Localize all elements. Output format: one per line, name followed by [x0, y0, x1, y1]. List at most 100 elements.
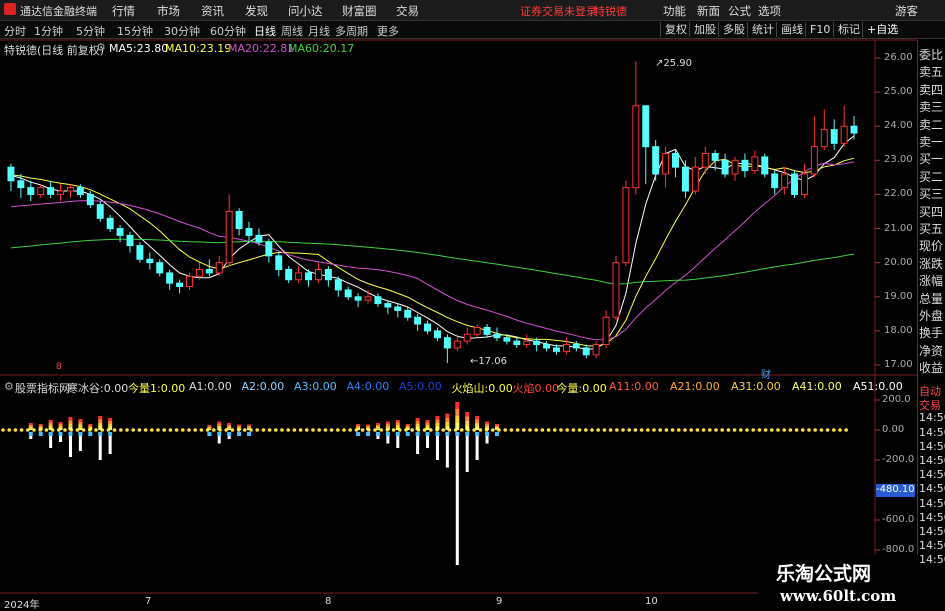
candle-body[interactable] — [513, 340, 521, 346]
candle-body[interactable] — [344, 289, 352, 298]
quote-field-label[interactable]: 净资 — [919, 342, 943, 359]
candle-body[interactable] — [850, 125, 858, 134]
candle-body[interactable] — [47, 187, 55, 195]
candle-body[interactable] — [562, 344, 570, 352]
candle-body[interactable] — [443, 337, 451, 349]
quote-field-label[interactable]: 涨幅 — [919, 272, 943, 289]
candle-body[interactable] — [354, 296, 362, 301]
candle-body[interactable] — [771, 173, 779, 189]
candle-body[interactable] — [751, 156, 759, 172]
indicator-settings-icon[interactable]: ⚙ — [4, 380, 14, 393]
candle-body[interactable] — [295, 272, 303, 281]
candle-body[interactable] — [642, 105, 650, 148]
candle-body[interactable] — [840, 125, 848, 144]
candle-body[interactable] — [166, 272, 174, 284]
candle-body[interactable] — [701, 153, 709, 168]
quote-field-label[interactable]: 卖一 — [919, 133, 943, 150]
candle-body[interactable] — [37, 187, 45, 195]
quote-field-label[interactable]: 买四 — [919, 203, 943, 220]
quote-field-label[interactable]: 卖二 — [919, 116, 943, 133]
candle-body[interactable] — [364, 296, 372, 301]
quote-field-label[interactable]: 卖四 — [919, 81, 943, 98]
candle-body[interactable] — [553, 347, 560, 352]
candle-body[interactable] — [235, 211, 243, 230]
candle-body[interactable] — [394, 306, 402, 311]
candle-body[interactable] — [781, 173, 789, 189]
candle-body[interactable] — [572, 344, 580, 349]
candle-body[interactable] — [404, 309, 412, 318]
candle-body[interactable] — [195, 268, 203, 277]
quote-field-label[interactable]: 卖五 — [919, 63, 943, 80]
candle-body[interactable] — [146, 258, 154, 264]
candle-body[interactable] — [334, 279, 342, 291]
candle-body[interactable] — [810, 146, 818, 175]
candle-body[interactable] — [672, 153, 679, 168]
candle-body[interactable] — [533, 340, 541, 346]
candle-body[interactable] — [305, 272, 312, 281]
candle-body[interactable] — [681, 166, 689, 192]
candle-body[interactable] — [424, 323, 432, 332]
candle-body[interactable] — [414, 316, 422, 325]
candle-body[interactable] — [523, 340, 531, 346]
quote-field-label[interactable]: 买五 — [919, 220, 943, 237]
candle-body[interactable] — [245, 228, 253, 236]
candle-body[interactable] — [275, 255, 283, 270]
candle-body[interactable] — [453, 340, 461, 349]
quote-field-label[interactable]: 卖三 — [919, 98, 943, 115]
candle-body[interactable] — [136, 245, 144, 260]
candle-body[interactable] — [800, 173, 808, 195]
kline-chart[interactable] — [0, 0, 945, 609]
candle-body[interactable] — [7, 166, 15, 182]
candle-body[interactable] — [483, 326, 491, 335]
quote-field-label[interactable]: 收益 — [919, 359, 943, 376]
candle-body[interactable] — [285, 268, 293, 281]
candle-body[interactable] — [711, 153, 719, 161]
candle-body[interactable] — [433, 330, 441, 339]
candle-body[interactable] — [384, 303, 392, 308]
candle-body[interactable] — [176, 282, 184, 288]
candle-body[interactable] — [106, 217, 114, 230]
candle-body[interactable] — [830, 129, 838, 144]
candle-body[interactable] — [76, 187, 84, 195]
candle-body[interactable] — [156, 262, 164, 274]
candle-body[interactable] — [57, 190, 65, 195]
quote-field-label[interactable]: 买三 — [919, 185, 943, 202]
quote-field-label[interactable]: 总量 — [919, 290, 943, 307]
candle-body[interactable] — [314, 268, 322, 281]
quote-field-label[interactable]: 买一 — [919, 150, 943, 167]
quote-field-label[interactable]: 换手 — [919, 324, 943, 341]
quote-field-label[interactable]: 涨跌 — [919, 255, 943, 272]
candle-body[interactable] — [721, 159, 729, 175]
candle-body[interactable] — [473, 326, 481, 335]
candle-body[interactable] — [265, 241, 273, 257]
candle-body[interactable] — [27, 187, 35, 195]
candle-body[interactable] — [225, 211, 233, 264]
quote-field-label[interactable]: 外盘 — [919, 307, 943, 324]
candle-body[interactable] — [116, 228, 124, 236]
candle-body[interactable] — [741, 159, 749, 172]
candle-body[interactable] — [324, 268, 332, 281]
candle-body[interactable] — [186, 275, 193, 288]
quote-field-label[interactable]: 现价 — [919, 237, 943, 254]
candle-body[interactable] — [66, 187, 74, 192]
candle-body[interactable] — [761, 156, 769, 175]
candle-body[interactable] — [602, 316, 610, 346]
quote-field-label[interactable]: 委比 — [919, 46, 943, 63]
candle-body[interactable] — [592, 344, 600, 356]
candle-body[interactable] — [731, 159, 739, 175]
candle-body[interactable] — [205, 268, 213, 274]
candle-body[interactable] — [493, 333, 501, 339]
event-marker-left[interactable]: 8 — [56, 362, 62, 372]
candle-body[interactable] — [691, 166, 699, 192]
candle-body[interactable] — [17, 180, 25, 189]
candle-body[interactable] — [503, 337, 511, 342]
candle-body[interactable] — [86, 193, 94, 206]
candle-body[interactable] — [820, 129, 828, 148]
candle-body[interactable] — [652, 146, 660, 175]
candle-body[interactable] — [126, 234, 134, 247]
event-marker-right[interactable]: 财 — [761, 366, 771, 381]
candle-body[interactable] — [791, 173, 799, 195]
candle-body[interactable] — [582, 347, 590, 356]
candle-body[interactable] — [96, 204, 104, 219]
candle-body[interactable] — [374, 296, 382, 305]
